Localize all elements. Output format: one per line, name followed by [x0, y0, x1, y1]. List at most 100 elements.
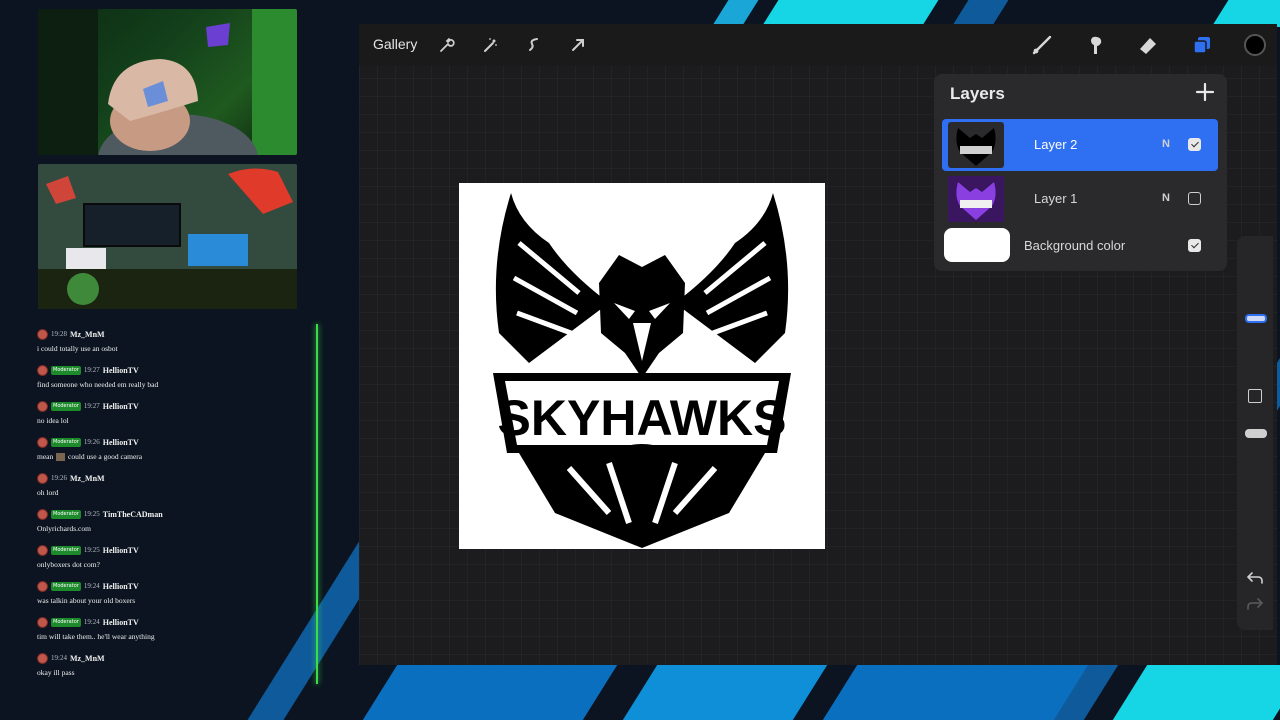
- chat-message: Moderator 19:25 TimTheCADman Onlyrichards.c…: [30, 504, 320, 540]
- layers-icon[interactable]: [1191, 34, 1213, 56]
- chat-username[interactable]: HellionTV: [103, 582, 139, 591]
- chat-message-header: Moderator 19:27 HellionTV: [37, 400, 139, 412]
- chat-text: oh lord: [37, 488, 59, 497]
- logo-text: SKYHAWKS: [498, 390, 787, 446]
- chat-message: Moderator 19:26 HellionTV mean could use a …: [30, 432, 320, 468]
- chat-timestamp: 19:27: [83, 366, 100, 374]
- chat-timestamp: 19:27: [83, 402, 100, 410]
- moderator-badge: Moderator: [51, 401, 81, 411]
- layers-panel: Layers Layer 2 N Layer 1 N Background co…: [934, 74, 1227, 271]
- wrench-icon[interactable]: [437, 36, 455, 54]
- moderator-badge: Moderator: [51, 581, 81, 591]
- layer-name: Background color: [1024, 238, 1126, 253]
- chat-username[interactable]: Mz_MnM: [70, 330, 105, 339]
- color-swatch-icon[interactable]: [1244, 34, 1266, 56]
- chat-timestamp: 19:24: [83, 618, 100, 626]
- emote-icon: [56, 453, 66, 462]
- moderator-badge: Moderator: [51, 545, 81, 555]
- chat-panel: 19:28 Mz_MnMi could totally use an osbot M…: [30, 324, 320, 684]
- undo-icon[interactable]: [1246, 571, 1264, 585]
- opacity-slider[interactable]: [1245, 429, 1267, 438]
- redo-icon[interactable]: [1246, 597, 1264, 611]
- chat-timestamp: 19:25: [83, 546, 100, 554]
- chat-message: 19:26 Mz_MnMoh lord: [30, 468, 320, 504]
- selection-icon[interactable]: [525, 36, 543, 54]
- chat-username[interactable]: Mz_MnM: [70, 654, 105, 663]
- chat-message-header: Moderator 19:24 HellionTV: [37, 580, 139, 592]
- chat-timestamp: 19:24: [83, 582, 100, 590]
- chat-message-header: 19:28 Mz_MnM: [37, 328, 105, 340]
- chat-username[interactable]: HellionTV: [103, 618, 139, 627]
- procreate-app: Gallery SKYHAWKS Layers Layer 2 N Layer …: [359, 24, 1277, 665]
- avatar: [37, 508, 48, 520]
- chat-text: tim will take them.. he'll wear anything: [37, 632, 155, 641]
- chat-message-header: 19:24 Mz_MnM: [37, 652, 105, 664]
- layer-row-layer-2[interactable]: Layer 2 N: [942, 119, 1218, 171]
- chat-username[interactable]: TimTheCADman: [103, 510, 163, 519]
- moderator-badge: Moderator: [51, 509, 81, 519]
- chat-message: 19:24 Mz_MnMokay ill pass: [30, 648, 320, 684]
- modify-button[interactable]: [1248, 389, 1262, 403]
- blend-mode-button[interactable]: N: [1162, 192, 1170, 204]
- chat-text-part: mean: [37, 452, 54, 461]
- layer-row-layer-1[interactable]: Layer 1 N: [942, 173, 1218, 225]
- chat-username[interactable]: HellionTV: [103, 366, 139, 375]
- moderator-badge: Moderator: [51, 365, 81, 375]
- layer-row-background[interactable]: Background color: [942, 227, 1218, 265]
- avatar: [37, 436, 48, 448]
- brush-size-slider[interactable]: [1245, 314, 1267, 323]
- chat-message: Moderator 19:25 HellionTV onlyboxers dot co…: [30, 540, 320, 576]
- moderator-badge: Moderator: [51, 437, 81, 447]
- moderator-badge: Moderator: [51, 617, 81, 627]
- magic-wand-icon[interactable]: [481, 36, 499, 54]
- chat-text: okay ill pass: [37, 668, 75, 677]
- eraser-icon[interactable]: [1137, 34, 1159, 56]
- layer-name: Layer 1: [1034, 191, 1078, 206]
- chat-username[interactable]: HellionTV: [103, 438, 139, 447]
- chat-timestamp: 19:25: [83, 510, 100, 518]
- layer-visibility-checkbox[interactable]: [1188, 192, 1201, 205]
- layer-thumbnail: [948, 176, 1004, 222]
- gallery-button[interactable]: Gallery: [373, 36, 417, 52]
- chat-message: Moderator 19:27 HellionTV no idea lol: [30, 396, 320, 432]
- avatar: [37, 652, 48, 664]
- avatar: [37, 544, 48, 556]
- blend-mode-button[interactable]: N: [1162, 138, 1170, 150]
- chat-timestamp: 19:26: [51, 474, 67, 482]
- chat-text: was talkin about your old boxers: [37, 596, 136, 605]
- chat-message: Moderator 19:24 HellionTV tim will take the…: [30, 612, 320, 648]
- chat-username[interactable]: HellionTV: [103, 546, 139, 555]
- drawing-canvas[interactable]: SKYHAWKS: [459, 183, 825, 549]
- avatar: [37, 616, 48, 628]
- chat-text: mean could use a good camera: [37, 452, 143, 462]
- layer-name: Layer 2: [1034, 137, 1078, 152]
- chat-message-header: 19:26 Mz_MnM: [37, 472, 105, 484]
- chat-message: Moderator 19:27 HellionTV find someone who …: [30, 360, 320, 396]
- avatar: [37, 580, 48, 592]
- chat-message-header: Moderator 19:27 HellionTV: [37, 364, 139, 376]
- webcam-desk: [38, 164, 297, 309]
- chat-timestamp: 19:26: [83, 438, 100, 446]
- smudge-icon[interactable]: [1085, 34, 1107, 56]
- layers-title: Layers: [950, 84, 1005, 103]
- add-layer-icon[interactable]: [1193, 80, 1217, 104]
- chat-text: Onlyrichards.com: [37, 524, 91, 533]
- layer-visibility-checkbox[interactable]: [1188, 239, 1201, 252]
- chat-text: onlyboxers dot com?: [37, 560, 100, 569]
- chat-timestamp: 19:24: [51, 654, 67, 662]
- chat-username[interactable]: HellionTV: [103, 402, 139, 411]
- background-color-swatch: [944, 228, 1010, 262]
- transform-arrow-icon[interactable]: [569, 36, 587, 54]
- avatar: [37, 400, 48, 412]
- chat-message: Moderator 19:24 HellionTV was talkin about …: [30, 576, 320, 612]
- webcam-face: [38, 9, 297, 155]
- chat-text-part: could use a good camera: [68, 452, 143, 461]
- chat-username[interactable]: Mz_MnM: [70, 474, 105, 483]
- chat-text: find someone who needed em really bad: [37, 380, 159, 389]
- avatar: [37, 472, 48, 484]
- chat-text: i could totally use an osbot: [37, 344, 118, 353]
- avatar: [37, 364, 48, 376]
- layer-visibility-checkbox[interactable]: [1188, 138, 1201, 151]
- chat-message-header: Moderator 19:25 HellionTV: [37, 544, 139, 556]
- brush-icon[interactable]: [1031, 34, 1053, 56]
